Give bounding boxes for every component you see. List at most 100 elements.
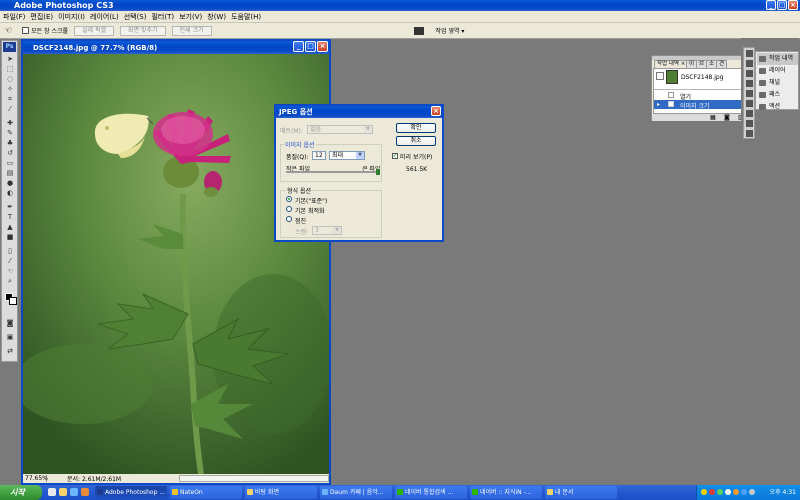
tray-icon[interactable] [733,489,739,495]
format-optimized-radio[interactable] [286,206,292,212]
workspace-menu[interactable]: 작업 영역 ▾ [436,26,465,35]
healing-brush-tool-icon[interactable]: ✚ [5,119,15,128]
tab-swatches[interactable]: 견 [716,60,728,68]
close-button[interactable]: × [788,0,798,10]
dock-paths[interactable]: 패스 [757,89,798,101]
actual-pixels-button[interactable]: 실제 픽셀 [74,25,115,36]
type-tool-icon[interactable]: T [5,213,15,222]
horizontal-scrollbar[interactable] [179,475,329,482]
history-step[interactable]: 열기 [654,91,751,101]
task-desktop[interactable]: 바탕 화면 [245,486,317,499]
tab-history[interactable]: 작업 내역 × [654,60,689,68]
background-color-swatch[interactable] [9,297,17,305]
snapshot-name[interactable]: DSCF2148.jpg [681,74,724,81]
stamp-tool-icon[interactable]: ♣ [5,139,15,148]
quality-input[interactable]: 12 [312,151,326,160]
menu-window[interactable]: 창(W) [207,12,226,22]
doc-maximize-button[interactable]: □ [305,41,316,52]
format-baseline-radio[interactable] [286,196,292,202]
explorer-icon[interactable] [59,488,67,496]
format-progressive-radio[interactable] [286,216,292,222]
move-tool-icon[interactable]: ➤ [5,55,15,64]
task-naver-kin[interactable]: 네이버 :: 지식iN -... [470,486,542,499]
doc-close-button[interactable]: × [317,41,328,52]
quick-mask-icon[interactable]: ◙ [5,319,15,328]
task-naver-search[interactable]: 네이버 통합검색 ... [395,486,467,499]
task-photoshop[interactable]: Adobe Photoshop ... [95,486,167,499]
menu-select[interactable]: 선택(S) [124,12,147,22]
menu-view[interactable]: 보기(V) [179,12,202,22]
document-title-bar[interactable]: DSCF2148.jpg @ 77.7% (RGB/8) _ □ × [23,41,329,54]
scroll-all-checkbox[interactable] [22,27,30,34]
quality-select[interactable]: 최대 ▼ [329,151,365,160]
dock-actions[interactable]: 액션 [757,101,798,113]
ok-button[interactable]: 확인 [396,123,436,133]
brushes-icon[interactable] [746,120,753,127]
fit-screen-button[interactable]: 화면 맞추기 [120,25,166,36]
doc-minimize-button[interactable]: _ [293,41,304,52]
minimize-button[interactable]: _ [766,0,776,10]
marquee-tool-icon[interactable]: ⬚ [5,65,15,74]
path-select-tool-icon[interactable]: ▲ [5,223,15,232]
styles-icon[interactable] [746,70,753,77]
task-nateon[interactable]: NateOn [170,486,242,499]
shape-tool-icon[interactable]: ■ [5,233,15,242]
pen-tool-icon[interactable]: ✒ [5,203,15,212]
tray-icon[interactable] [701,489,707,495]
history-brush-tool-icon[interactable]: ↺ [5,149,15,158]
screen-mode-icon[interactable]: ▣ [5,333,15,342]
snapshot-thumbnail[interactable] [666,70,678,84]
color-icon[interactable] [746,60,753,67]
tray-icon[interactable] [709,489,715,495]
magic-wand-tool-icon[interactable]: ✧ [5,85,15,94]
dodge-tool-icon[interactable]: ◐ [5,189,15,198]
dock-channels[interactable]: 채널 [757,77,798,89]
new-snapshot-icon[interactable]: ◙ [724,114,730,121]
layer-comps-icon[interactable] [746,100,753,107]
tray-icon[interactable] [717,489,723,495]
menu-image[interactable]: 이미지(I) [58,12,85,22]
start-button[interactable]: 시작 [0,485,42,500]
character-icon[interactable] [746,80,753,87]
document-info[interactable]: 문서: 2.61M/2.61M [47,474,179,483]
eyedropper-tool-icon[interactable]: ⁄ [5,105,15,114]
brush-tool-icon[interactable]: ✎ [5,129,15,138]
scans-select[interactable]: 3 ▼ [312,226,342,235]
clock[interactable]: 오후 4:31 [770,485,796,500]
blur-tool-icon[interactable]: ● [5,179,15,188]
lasso-tool-icon[interactable]: ◌ [5,75,15,84]
maximize-button[interactable]: □ [777,0,787,10]
task-daum[interactable]: Daum 카페 | 음악... [320,486,392,499]
preview-checkbox[interactable]: ✔ [392,153,398,159]
info-icon[interactable] [746,130,753,137]
crop-tool-icon[interactable]: ⌗ [5,95,15,104]
menu-edit[interactable]: 편집(E) [30,12,53,22]
gradient-tool-icon[interactable]: ▤ [5,169,15,178]
tray-icon[interactable] [741,489,747,495]
hand-tool-icon[interactable]: ☜ [5,267,15,276]
jpeg-dialog-close-button[interactable]: × [431,106,441,116]
quality-slider-thumb[interactable] [376,169,380,175]
notes-tool-icon[interactable]: ▯ [5,247,15,256]
new-document-icon[interactable]: ▦ [710,114,716,121]
menu-layer[interactable]: 레이어(L) [90,12,119,22]
print-size-button[interactable]: 인쇄 크기 [171,25,212,36]
snapshot-source-icon[interactable] [656,72,664,80]
dock-layers[interactable]: 레이어 [757,65,798,77]
jump-to-imageready-icon[interactable]: ⇄ [5,347,15,356]
volume-icon[interactable] [749,489,755,495]
zoom-level[interactable]: 77.65% [23,475,48,482]
quality-slider[interactable] [286,169,380,175]
eyedropper2-tool-icon[interactable]: ⁄ [5,257,15,266]
tool-presets-icon[interactable] [746,110,753,117]
eraser-tool-icon[interactable]: ▭ [5,159,15,168]
menu-help[interactable]: 도움말(H) [231,12,261,22]
navigator-icon[interactable] [746,50,753,57]
history-step-selected[interactable]: ▸ 이미지 크기 [654,100,751,110]
paragraph-icon[interactable] [746,90,753,97]
menu-filter[interactable]: 필터(T) [151,12,174,22]
matte-select[interactable]: 없음 ▼ [307,125,373,134]
tray-icon[interactable] [725,489,731,495]
show-desktop-icon[interactable] [48,488,56,496]
media-player-icon[interactable] [81,488,89,496]
